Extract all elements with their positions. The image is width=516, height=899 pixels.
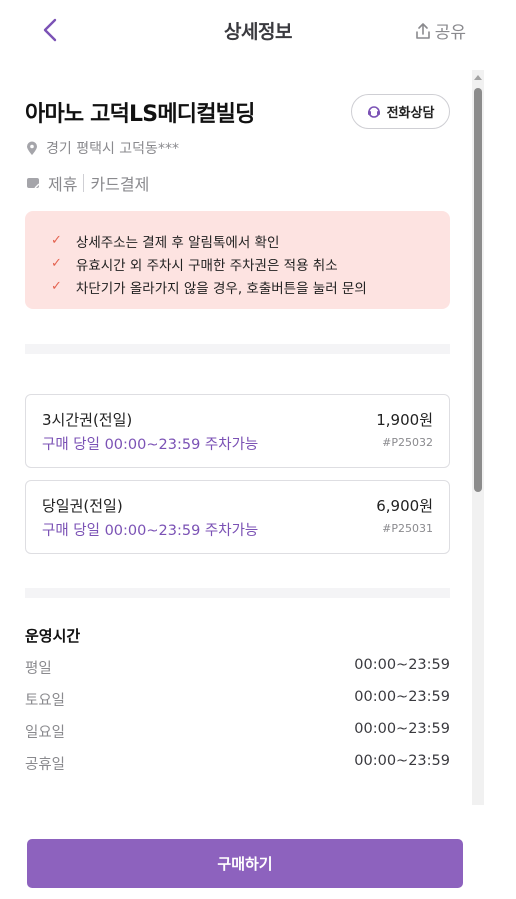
tags-row: 제휴 카드결제 bbox=[26, 171, 149, 195]
phone-consult-button[interactable]: 전화상담 bbox=[351, 94, 450, 129]
notice-box: ✓ 상세주소는 결제 후 알림톡에서 확인 ✓ 유효시간 외 주차시 구매한 주… bbox=[25, 211, 450, 309]
notice-text: 차단기가 올라가지 않을 경우, 호출버튼을 눌러 문의 bbox=[75, 280, 367, 297]
place-name: 아마노 고덕LS메디컬빌딩 bbox=[25, 102, 255, 127]
ticket-availability: 구매 당일 00:00~23:59 주차가능 bbox=[42, 437, 259, 453]
tag-card-payment: 카드결제 bbox=[90, 175, 150, 194]
hours-time-value: 00:00~23:59 bbox=[354, 657, 450, 673]
buy-button[interactable]: 구매하기 bbox=[27, 839, 463, 888]
ticket-price: 1,900원 bbox=[376, 411, 433, 429]
hours-time-value: 00:00~23:59 bbox=[354, 721, 450, 737]
ticket-card[interactable]: 당일권(전일) 6,900원 구매 당일 00:00~23:59 주차가능 #P… bbox=[25, 480, 450, 554]
hours-row: 공휴일 00:00~23:59 bbox=[25, 753, 450, 774]
ticket-price: 6,900원 bbox=[376, 497, 433, 515]
hours-title: 운영시간 bbox=[25, 627, 81, 645]
phone-consult-label: 전화상담 bbox=[386, 106, 435, 121]
address-text: 경기 평택시 고덕동*** bbox=[46, 141, 179, 157]
notice-item: ✓ 상세주소는 결제 후 알림톡에서 확인 bbox=[51, 229, 450, 252]
hours-row: 일요일 00:00~23:59 bbox=[25, 721, 450, 742]
hours-time-value: 00:00~23:59 bbox=[354, 689, 450, 705]
section-divider bbox=[25, 344, 450, 354]
notice-item: ✓ 차단기가 올라가지 않을 경우, 호출버튼을 눌러 문의 bbox=[51, 275, 450, 298]
notice-text: 상세주소는 결제 후 알림톡에서 확인 bbox=[75, 234, 280, 251]
page-title: 상세정보 bbox=[224, 20, 292, 43]
check-icon: ✓ bbox=[51, 256, 62, 271]
location-pin-icon bbox=[27, 141, 37, 155]
hours-row: 토요일 00:00~23:59 bbox=[25, 689, 450, 710]
address-row: 경기 평택시 고덕동*** bbox=[26, 138, 179, 158]
section-divider bbox=[25, 588, 450, 598]
tag-icon bbox=[27, 178, 40, 189]
back-button[interactable] bbox=[36, 16, 64, 44]
top-app-bar: 상세정보 공유 bbox=[0, 0, 516, 60]
chevron-left-icon bbox=[43, 18, 57, 42]
scrollbar-thumb[interactable] bbox=[474, 88, 482, 492]
share-label: 공유 bbox=[434, 23, 466, 43]
ticket-card[interactable]: 3시간권(전일) 1,900원 구매 당일 00:00~23:59 주차가능 #… bbox=[25, 394, 450, 468]
check-icon: ✓ bbox=[51, 279, 62, 294]
ticket-name: 3시간권(전일) bbox=[42, 411, 133, 429]
ticket-code: #P25031 bbox=[382, 522, 433, 535]
hours-time-value: 00:00~23:59 bbox=[354, 753, 450, 769]
headset-icon bbox=[367, 105, 380, 118]
hours-day-label: 공휴일 bbox=[25, 757, 66, 773]
tag-divider bbox=[83, 174, 85, 192]
hours-day-label: 토요일 bbox=[25, 693, 66, 709]
hours-row: 평일 00:00~23:59 bbox=[25, 657, 450, 678]
ticket-name: 당일권(전일) bbox=[42, 497, 123, 515]
hours-day-label: 평일 bbox=[25, 661, 52, 677]
scroll-up-arrow-icon[interactable] bbox=[474, 75, 482, 80]
tag-partner: 제휴 bbox=[48, 175, 78, 194]
share-button[interactable]: 공유 bbox=[415, 18, 466, 43]
check-icon: ✓ bbox=[51, 233, 62, 248]
hours-day-label: 일요일 bbox=[25, 725, 66, 741]
ticket-code: #P25032 bbox=[382, 436, 433, 449]
notice-text: 유효시간 외 주차시 구매한 주차권은 적용 취소 bbox=[75, 257, 338, 274]
notice-item: ✓ 유효시간 외 주차시 구매한 주차권은 적용 취소 bbox=[51, 252, 450, 275]
share-icon bbox=[415, 22, 430, 39]
ticket-availability: 구매 당일 00:00~23:59 주차가능 bbox=[42, 523, 259, 539]
